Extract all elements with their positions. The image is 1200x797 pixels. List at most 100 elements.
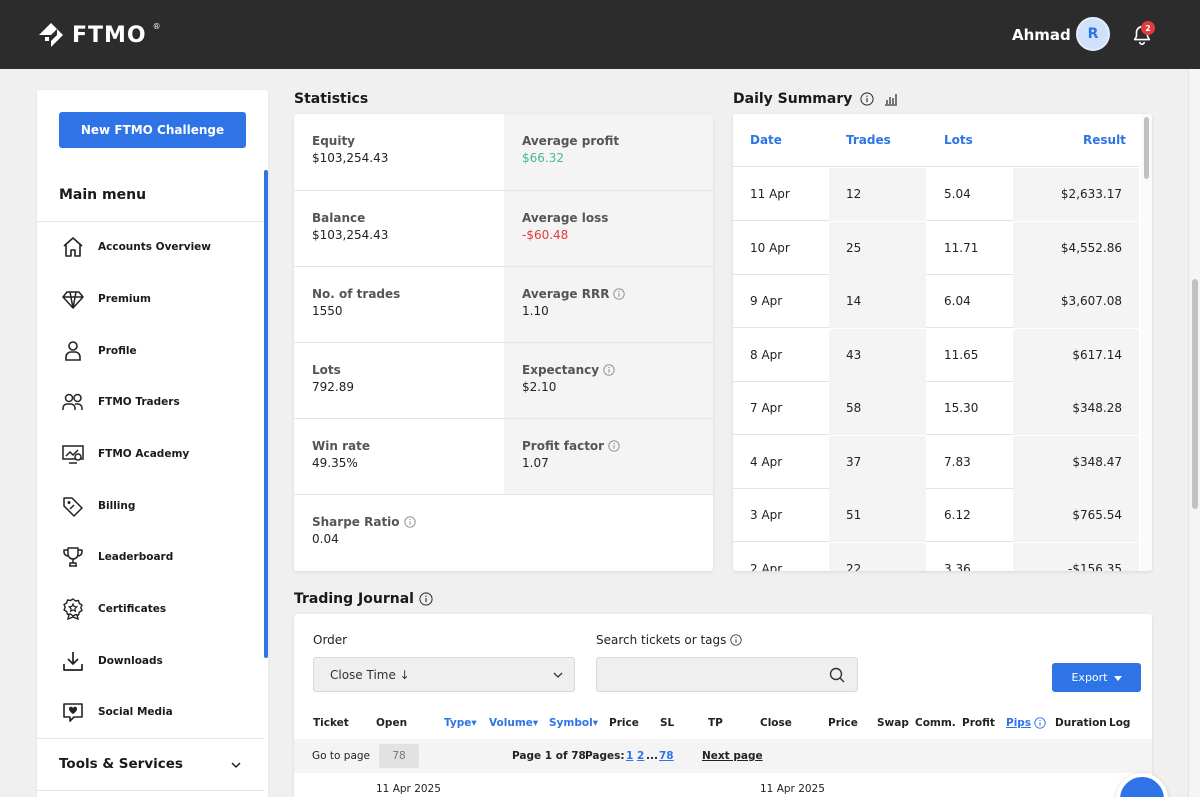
column-header-volume[interactable]: Volume▾	[489, 717, 538, 729]
column-header-open-price[interactable]: Price	[609, 717, 639, 729]
page-link-2[interactable]: 2	[637, 750, 644, 762]
sidebar-item-billing[interactable]: Billing	[61, 491, 251, 521]
goto-page-input[interactable]	[379, 744, 419, 768]
column-header-sl[interactable]: SL	[660, 717, 674, 729]
stat-label: Balance	[312, 211, 366, 225]
sidebar-item-leaderboard[interactable]: Leaderboard	[61, 542, 251, 572]
info-icon[interactable]	[860, 92, 874, 106]
info-icon[interactable]	[419, 592, 433, 606]
search-input[interactable]	[597, 658, 817, 691]
column-header-profit[interactable]: Profit	[962, 717, 995, 729]
stat-label-row: Profit factor	[522, 439, 713, 453]
stat-label: No. of trades	[312, 287, 401, 301]
stat-lots: Lots 792.89	[294, 343, 503, 419]
sidebar-item-ftmo-traders[interactable]: FTMO Traders	[61, 387, 251, 417]
stat-label-row: Average RRR	[522, 287, 713, 301]
sidebar-item-premium[interactable]: Premium	[61, 284, 251, 314]
users-icon	[62, 393, 83, 410]
sidebar-item-certificates[interactable]: Certificates	[61, 594, 251, 624]
column-header-result[interactable]: Result	[1083, 133, 1126, 147]
cell-trades: 43	[846, 347, 862, 362]
daily-summary-row: 2 Apr 22 3.36 -$156.35	[733, 542, 1139, 572]
tools-services-title[interactable]: Tools & Services	[59, 756, 183, 772]
stat-win-rate: Win rate 49.35%	[294, 419, 503, 495]
info-icon[interactable]	[603, 364, 615, 376]
sidebar-scrollbar[interactable]	[264, 170, 268, 658]
info-icon[interactable]	[613, 288, 626, 300]
avatar[interactable]: R	[1076, 17, 1110, 51]
trade-close-date: 11 Apr 2025	[760, 783, 825, 795]
page-link-78[interactable]: 78	[659, 750, 674, 762]
page-scrollbar-thumb[interactable]	[1192, 279, 1198, 509]
daily-summary-scrollbar-thumb[interactable]	[1144, 117, 1149, 179]
sidebar-item-ftmo-academy[interactable]: FTMO Academy	[61, 439, 251, 469]
new-challenge-button[interactable]: New FTMO Challenge	[59, 112, 246, 148]
column-shade	[829, 435, 926, 489]
column-header-pips[interactable]: Pips	[1006, 717, 1031, 729]
user-name[interactable]: Ahmad	[1012, 26, 1071, 44]
export-button[interactable]: Export	[1052, 663, 1141, 692]
stat-label-row: Expectancy	[522, 363, 713, 377]
info-icon[interactable]	[608, 440, 620, 452]
cell-result: $765.54	[1072, 508, 1122, 522]
divider	[37, 738, 264, 739]
notification-badge: 2	[1141, 21, 1155, 35]
info-icon[interactable]	[403, 516, 416, 528]
info-icon[interactable]	[1034, 717, 1046, 729]
sidebar-item-label: FTMO Traders	[98, 396, 180, 408]
home-icon	[63, 237, 83, 257]
stat-equity: Equity $103,254.43	[294, 114, 503, 190]
stat-value: $66.32	[522, 151, 564, 165]
cell-result: $348.47	[1072, 454, 1122, 469]
search-icon[interactable]	[829, 667, 845, 683]
cell-date: 7 Apr	[750, 401, 783, 415]
column-header-date[interactable]: Date	[750, 133, 782, 147]
column-header-swap[interactable]: Swap	[877, 717, 909, 729]
sidebar-item-label: FTMO Academy	[98, 448, 190, 460]
column-shade	[829, 489, 926, 542]
column-header-trades[interactable]: Trades	[846, 133, 891, 147]
column-header-tp[interactable]: TP	[708, 717, 723, 729]
daily-summary-scrollbar[interactable]	[1141, 114, 1152, 571]
info-icon[interactable]	[730, 634, 743, 646]
pages-label: Pages:	[585, 750, 625, 762]
search-field	[596, 657, 858, 692]
column-header-ticket[interactable]: Ticket	[313, 717, 349, 729]
column-header-close-price[interactable]: Price	[828, 717, 858, 729]
column-header-duration[interactable]: Duration	[1055, 717, 1107, 729]
column-header-comm[interactable]: Comm.	[915, 717, 956, 729]
caret-down-icon: ▾	[532, 717, 539, 729]
column-header-lots[interactable]: Lots	[944, 133, 973, 147]
cell-trades: 25	[846, 240, 862, 255]
stat-label: Equity	[312, 134, 356, 148]
top-bar: FTMO ® Ahmad R 2	[0, 0, 1200, 69]
page-link-1[interactable]: 1	[626, 750, 633, 762]
cell-result: $2,633.17	[1060, 187, 1122, 201]
column-header-open[interactable]: Open	[376, 717, 407, 729]
page-scrollbar[interactable]	[1188, 69, 1200, 797]
column-header-symbol[interactable]: Symbol▾	[549, 717, 598, 729]
sidebar-item-profile[interactable]: Profile	[61, 336, 251, 366]
cell-date: 2 Apr	[750, 561, 783, 572]
sidebar-item-label: Billing	[98, 500, 136, 512]
download-icon	[63, 652, 83, 671]
sidebar-item-label: Certificates	[98, 603, 167, 615]
cell-result: $348.28	[1072, 401, 1122, 415]
sidebar-item-downloads[interactable]: Downloads	[61, 646, 251, 676]
next-page-link[interactable]: Next page	[702, 750, 763, 762]
pagination-bar: Go to page Page 1 of 78 Pages: 1 2 ... 7…	[294, 739, 1152, 773]
column-shade	[829, 275, 926, 328]
order-select[interactable]: Close Time ↓	[313, 657, 575, 692]
sidebar-item-accounts-overview[interactable]: Accounts Overview	[61, 232, 251, 262]
trade-open-date: 11 Apr 2025	[376, 783, 441, 795]
column-header-close[interactable]: Close	[760, 717, 792, 729]
ftmo-logo[interactable]: FTMO ®	[36, 20, 161, 50]
sidebar-item-social-media[interactable]: Social Media	[61, 697, 251, 727]
bar-chart-icon[interactable]	[884, 92, 898, 106]
column-header-type[interactable]: Type▾	[444, 717, 477, 729]
stat-label-row: Sharpe Ratio	[312, 515, 503, 529]
column-header-log[interactable]: Log	[1109, 717, 1130, 729]
chevron-down-icon[interactable]	[229, 758, 243, 772]
stat-label: Average loss	[522, 211, 609, 225]
trading-journal-card: Order Close Time ↓ Search tickets or tag…	[294, 614, 1152, 797]
